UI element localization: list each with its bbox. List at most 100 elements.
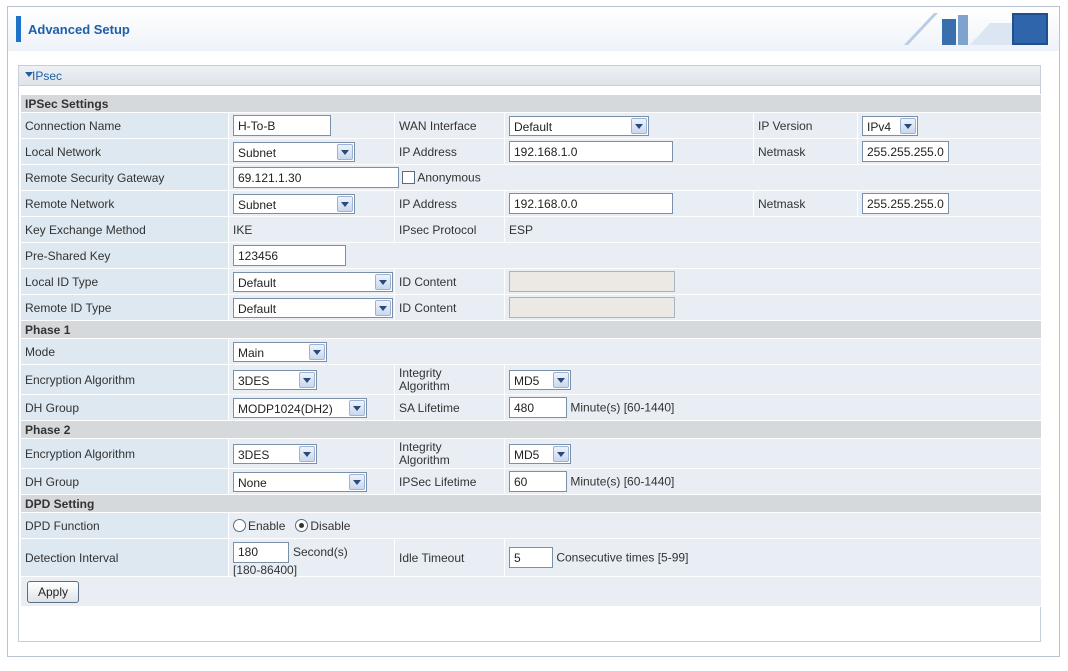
row-phase2-dh-group: DH Group None IPSec Lifetime Minute(s) [… [20,468,1043,495]
dpd-enable-radio[interactable] [233,519,246,533]
panel-title: IPsec [32,69,63,83]
panel-header[interactable]: IPsec [19,66,1040,86]
page-frame: Advanced Setup IPsec IPSec Settings Conn… [7,6,1060,657]
local-ip-input[interactable] [509,141,673,162]
row-remote-network: Remote Network Subnet IP Address Netmask [20,190,1043,217]
header: Advanced Setup [8,7,1059,51]
chevron-down-icon[interactable] [349,399,365,416]
local-id-type-label: Local ID Type [20,268,229,295]
section-dpd-setting: DPD Setting [19,494,1043,513]
phase1-dh-group-select[interactable]: MODP1024(DH2) [233,397,367,418]
idle-timeout-unit: Consecutive times [5-99] [556,550,689,565]
row-key-exchange: Key Exchange Method IKE IPsec Protocol E… [20,216,1043,243]
chevron-down-icon[interactable] [900,117,916,134]
dpd-function-label: DPD Function [20,512,229,539]
row-pre-shared-key: Pre-Shared Key [20,242,1043,269]
chevron-down-icon[interactable] [375,273,391,290]
chevron-down-icon[interactable] [337,143,353,160]
ipsec-panel: IPsec IPSec Settings Connection Name WAN… [18,65,1043,642]
remote-id-type-label: Remote ID Type [20,294,229,321]
chevron-down-icon[interactable] [299,445,315,462]
ip-version-select[interactable]: IPv4 [862,115,918,136]
ipsec-lifetime-unit: Minute(s) [60-1440] [570,474,675,489]
row-local-network: Local Network Subnet IP Address Netmask [20,138,1043,165]
row-apply: Apply [19,576,1043,607]
header-banner-graphic [904,13,1048,45]
row-detection-interval: Detection Interval Second(s) [180-86400]… [20,538,1043,577]
ipsec-form-table: IPSec Settings Connection Name WAN Inter… [19,94,1043,607]
local-netmask-input[interactable] [862,141,949,162]
local-id-type-select[interactable]: Default [233,271,393,292]
dpd-disable-radio[interactable] [295,519,309,533]
sa-lifetime-input[interactable] [509,397,567,418]
remote-gateway-input[interactable] [233,167,399,188]
local-network-select[interactable]: Subnet [233,141,355,162]
wan-interface-label: WAN Interface [394,112,505,139]
phase1-mode-label: Mode [20,338,229,365]
header-accent-bar [16,16,21,42]
section-phase-2: Phase 2 [19,420,1043,439]
idle-timeout-label: Idle Timeout [394,538,505,577]
phase1-integrity-label: Integrity Algorithm [399,365,450,393]
row-local-id-type: Local ID Type Default ID Content [20,268,1043,295]
chevron-down-icon[interactable] [553,445,569,462]
chevron-down-icon[interactable] [553,371,569,388]
sa-lifetime-unit: Minute(s) [60-1440] [570,400,675,415]
psk-label: Pre-Shared Key [20,242,229,269]
chevron-down-icon[interactable] [631,117,647,134]
remote-ip-input[interactable] [509,193,673,214]
key-exchange-value: IKE [228,216,395,243]
phase2-dh-group-select[interactable]: None [233,471,367,492]
chevron-down-icon[interactable] [299,371,315,388]
detection-interval-label: Detection Interval [20,538,229,577]
phase1-mode-select[interactable]: Main [233,341,327,362]
page-title: Advanced Setup [28,22,130,37]
row-phase2-encryption: Encryption Algorithm 3DES Integrity Algor… [20,438,1043,469]
connection-name-input[interactable] [233,115,331,136]
row-dpd-function: DPD Function Enable Disable [20,512,1043,539]
idle-timeout-input[interactable] [509,547,553,568]
chevron-down-icon[interactable] [309,343,325,360]
phase2-integrity-select[interactable]: MD5 [509,443,571,464]
phase1-encryption-label: Encryption Algorithm [20,364,229,395]
remote-netmask-input[interactable] [862,193,949,214]
phase2-encryption-label: Encryption Algorithm [20,438,229,469]
dpd-disable-label: Disable [310,518,351,533]
row-connection-name: Connection Name WAN Interface Default IP… [20,112,1043,139]
remote-ip-label: IP Address [394,190,505,217]
local-id-content-label: ID Content [394,268,505,295]
ipsec-lifetime-label: IPSec Lifetime [394,468,505,495]
phase2-encryption-select[interactable]: 3DES [233,443,317,464]
remote-id-type-select[interactable]: Default [233,297,393,318]
sa-lifetime-label: SA Lifetime [394,394,505,421]
phase1-integrity-select[interactable]: MD5 [509,369,571,390]
ipsec-lifetime-input[interactable] [509,471,567,492]
detection-interval-input[interactable] [233,541,289,563]
row-remote-id-type: Remote ID Type Default ID Content [20,294,1043,321]
anonymous-label: Anonymous [417,170,481,185]
apply-button[interactable]: Apply [27,580,80,603]
remote-id-content-label: ID Content [394,294,505,321]
anonymous-checkbox[interactable] [402,171,416,184]
phase2-integrity-label: Integrity Algorithm [399,439,450,467]
phase2-dh-group-label: DH Group [20,468,229,495]
ipsec-protocol-value: ESP [503,216,1043,243]
chevron-down-icon[interactable] [337,195,353,212]
wan-interface-select[interactable]: Default [509,115,649,136]
remote-id-content-input [509,297,675,318]
psk-input[interactable] [233,245,346,266]
row-phase1-mode: Mode Main [20,338,1043,365]
chevron-down-icon[interactable] [349,473,365,490]
local-network-label: Local Network [20,138,229,165]
detection-interval-unit: Second(s) [293,544,348,559]
local-id-content-input [509,271,675,292]
ipsec-protocol-label: IPsec Protocol [394,216,505,243]
remote-network-select[interactable]: Subnet [233,193,355,214]
remote-netmask-label: Netmask [753,190,858,217]
chevron-down-icon[interactable] [375,299,391,316]
section-phase-1: Phase 1 [19,320,1043,339]
key-exchange-label: Key Exchange Method [20,216,229,243]
row-phase1-encryption: Encryption Algorithm 3DES Integrity Algor… [20,364,1043,395]
connection-name-label: Connection Name [20,112,229,139]
phase1-encryption-select[interactable]: 3DES [233,369,317,390]
